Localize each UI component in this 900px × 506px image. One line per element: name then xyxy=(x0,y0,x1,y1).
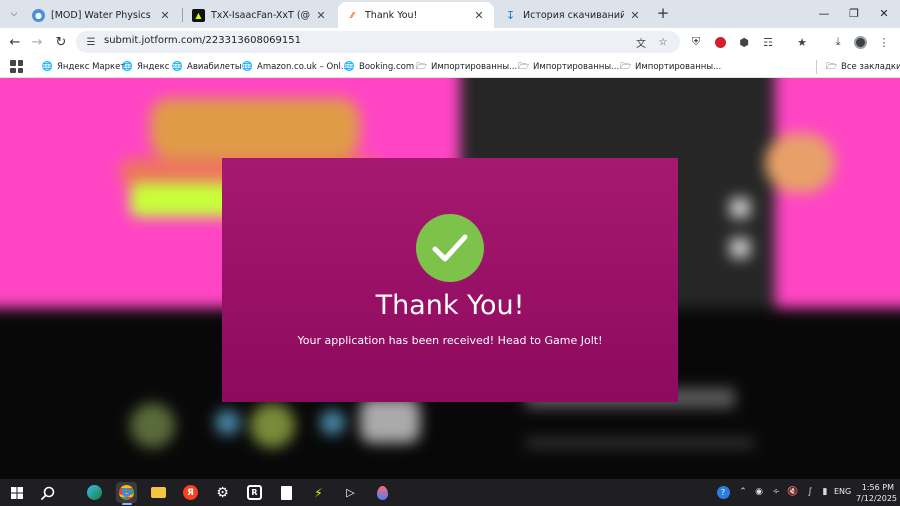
tab-thank-you[interactable]: ⁄⁄ Thank You! ✕ xyxy=(338,2,494,28)
download-icon: ↧ xyxy=(505,8,516,22)
close-tab-icon[interactable]: ✕ xyxy=(628,9,642,22)
minimize-icon[interactable]: — xyxy=(814,4,834,22)
security-tray-icon[interactable]: ◉ xyxy=(752,485,766,499)
new-tab-button[interactable]: + xyxy=(654,4,672,22)
translate-icon[interactable]: 文 xyxy=(634,35,648,50)
tab-title: Thank You! xyxy=(365,9,418,21)
globe-icon: 🌐 xyxy=(241,62,254,72)
browser-toolbar: ← → ↻ ☰ submit.jotform.com/2233136080691… xyxy=(0,28,900,56)
show-hidden-icons-chevron-icon[interactable]: ⌃ xyxy=(736,485,750,499)
system-clock[interactable]: 1:56 PM 7/12/2025 xyxy=(856,482,898,504)
menu-kebab-icon[interactable]: ⋮ xyxy=(876,34,892,50)
close-window-icon[interactable]: ✕ xyxy=(874,4,894,22)
apps-grid-icon[interactable] xyxy=(10,60,23,73)
all-bookmarks-folder[interactable]: 🗁 Все закладки xyxy=(826,59,900,75)
bookmark-booking[interactable]: 🌐 Booking.com xyxy=(344,59,414,75)
bookmark-folder-imported-3[interactable]: 🗁 Импортированны... xyxy=(620,59,721,75)
search-icon[interactable] xyxy=(37,482,58,503)
confirmation-message: Your application has been received! Head… xyxy=(297,334,603,347)
tab-title: [MOD] Water Physics for Peop xyxy=(51,9,154,21)
windows-start-icon[interactable] xyxy=(6,482,27,503)
thank-you-heading: Thank You! xyxy=(375,290,525,321)
page-viewport: Thank You! Your application has been rec… xyxy=(0,78,900,479)
bluetooth-icon[interactable]: ∫ xyxy=(803,485,817,499)
url-text[interactable]: submit.jotform.com/223313608069151 xyxy=(104,35,301,46)
back-arrow-icon[interactable]: ← xyxy=(6,33,24,51)
restore-icon[interactable]: ❐ xyxy=(844,4,864,22)
address-bar[interactable]: ☰ submit.jotform.com/223313608069151 文 ☆ xyxy=(76,31,680,53)
bookmark-folder-imported-2[interactable]: 🗁 Импортированны... xyxy=(518,59,619,75)
language-indicator[interactable]: ENG xyxy=(834,487,851,496)
site-settings-icon[interactable]: ☰ xyxy=(84,35,98,49)
close-tab-icon[interactable]: ✕ xyxy=(314,9,328,22)
folder-icon: 🗁 xyxy=(415,62,428,72)
folder-icon: 🗁 xyxy=(619,62,632,72)
windows-taskbar: Я ⚙ R ⚡ ▷ ? ⌃ ◉ ∻ 🔇 ∫ ▮ ENG 1:56 PM 7/12… xyxy=(0,479,900,506)
tab-gamejolt-profile[interactable]: ▲ TxX-IsaacFan-XxT (@xXxTHorne ✕ xyxy=(184,2,336,28)
paint-drop-icon[interactable] xyxy=(372,482,393,503)
profile-avatar[interactable] xyxy=(852,34,868,50)
tab-title: История скачиваний xyxy=(523,9,624,21)
downloads-icon[interactable]: ⤓ xyxy=(830,34,846,50)
shield-extension-icon[interactable]: ⛨ xyxy=(688,34,704,50)
close-tab-icon[interactable]: ✕ xyxy=(472,9,486,22)
gamejolt-icon: ▲ xyxy=(192,8,205,22)
document-icon[interactable] xyxy=(276,482,297,503)
tab-download-history[interactable]: ↧ История скачиваний ✕ xyxy=(496,2,650,28)
bookmarks-bar: 🌐 Яндекс Маркет 🌐 Яндекс 🌐 Авиабилеты 🌐 … xyxy=(0,56,900,78)
settings-gear-icon[interactable]: ⚙ xyxy=(212,482,233,503)
bookmarks-divider xyxy=(816,60,817,74)
success-checkmark-icon xyxy=(416,214,484,282)
bookmark-yandex[interactable]: 🌐 Яндекс xyxy=(121,59,170,75)
gamejolt-taskbar-icon[interactable]: ⚡ xyxy=(308,482,329,503)
battery-icon[interactable]: ▮ xyxy=(818,485,832,499)
globe-icon: 🌐 xyxy=(171,62,184,72)
red-extension-icon[interactable] xyxy=(712,34,728,50)
globe-blue-icon: ● xyxy=(32,8,45,22)
clock-time: 1:56 PM xyxy=(861,483,894,492)
tab-search-chevron-icon[interactable]: ⌵ xyxy=(4,5,24,23)
bookmark-folder-imported-1[interactable]: 🗁 Импортированны... xyxy=(416,59,517,75)
globe-icon: 🌐 xyxy=(121,62,134,72)
media-player-icon[interactable]: ▷ xyxy=(340,482,361,503)
globe-icon: 🌐 xyxy=(343,62,356,72)
reload-icon[interactable]: ↻ xyxy=(52,33,70,51)
globe-icon: 🌐 xyxy=(41,62,54,72)
tab-title: TxX-IsaacFan-XxT (@xXxTHorne xyxy=(211,9,310,21)
forward-arrow-icon[interactable]: → xyxy=(28,33,46,51)
help-question-icon[interactable]: ? xyxy=(716,485,730,499)
roblox-studio-icon[interactable]: R xyxy=(244,482,265,503)
clock-date: 7/12/2025 xyxy=(856,494,898,503)
folder-icon: 🗁 xyxy=(825,62,838,72)
bookmark-star-icon[interactable]: ☆ xyxy=(656,35,670,49)
tab-water-physics[interactable]: ● [MOD] Water Physics for Peop ✕ xyxy=(24,2,180,28)
tab-divider xyxy=(182,8,183,22)
wifi-icon[interactable]: ∻ xyxy=(769,485,783,499)
bookmark-yandex-market[interactable]: 🌐 Яндекс Маркет xyxy=(42,59,125,75)
thank-you-card: Thank You! Your application has been rec… xyxy=(222,158,678,402)
edge-browser-icon[interactable] xyxy=(84,482,105,503)
active-app-indicator xyxy=(122,503,132,505)
file-explorer-icon[interactable] xyxy=(148,482,169,503)
bookmarks-manager-icon[interactable]: ★ xyxy=(794,34,810,50)
bookmark-amazon[interactable]: 🌐 Amazon.co.uk – Onl... xyxy=(242,59,349,75)
cube-extension-icon[interactable]: ⬢ xyxy=(736,34,752,50)
extensions-puzzle-icon[interactable]: ☶ xyxy=(760,34,776,50)
bookmark-aviabilety[interactable]: 🌐 Авиабилеты xyxy=(172,59,242,75)
tab-strip: ⌵ ● [MOD] Water Physics for Peop ✕ ▲ TxX… xyxy=(0,0,900,28)
yandex-browser-icon[interactable]: Я xyxy=(180,482,201,503)
chrome-icon[interactable] xyxy=(116,482,137,503)
jotform-icon: ⁄⁄ xyxy=(351,10,354,20)
folder-icon: 🗁 xyxy=(517,62,530,72)
volume-muted-icon[interactable]: 🔇 xyxy=(786,485,800,499)
close-tab-icon[interactable]: ✕ xyxy=(158,9,172,22)
